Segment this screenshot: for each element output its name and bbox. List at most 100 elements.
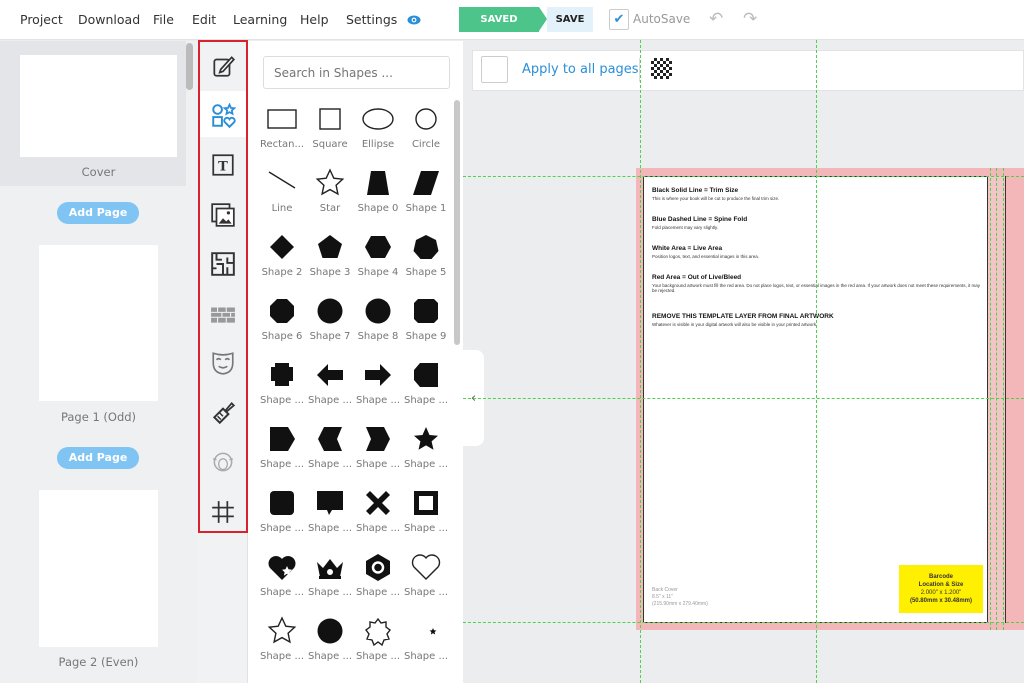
shape-label: Shape ... — [355, 523, 401, 534]
shape-frame-icon — [414, 491, 438, 515]
template-heading: Black Solid Line = Trim Size — [652, 187, 739, 194]
shape-item[interactable]: Shape 8 — [354, 296, 402, 360]
shape-item[interactable]: Line — [258, 168, 306, 232]
tool-text-icon[interactable]: T — [200, 142, 246, 188]
tool-shapes-icon[interactable] — [200, 93, 246, 139]
menu-file[interactable]: File — [153, 12, 174, 27]
autosave-checkbox[interactable]: ✔ — [609, 9, 629, 30]
shape-item[interactable]: Shape ... — [402, 424, 450, 488]
page-thumb-2[interactable] — [39, 490, 158, 647]
shape-label: Shape ... — [403, 587, 449, 598]
shapes-scrollbar[interactable] — [454, 100, 460, 345]
svg-text:T: T — [218, 159, 228, 174]
shape-label: Shape 5 — [405, 267, 447, 278]
redo-icon[interactable]: ↷ — [743, 9, 757, 29]
shape-item[interactable]: Rectan... — [258, 104, 306, 168]
shape-circle-icon — [415, 108, 437, 130]
shape-item[interactable]: Shape ... — [306, 616, 354, 680]
shape-item[interactable]: Circle — [402, 104, 450, 168]
guide-line — [990, 168, 991, 630]
bricks-icon — [211, 307, 235, 323]
menu-settings[interactable]: Settings — [346, 12, 397, 27]
shape-item[interactable]: Shape 4 — [354, 232, 402, 296]
shape-item[interactable]: Shape ... — [306, 552, 354, 616]
shape-item[interactable]: Shape ... — [402, 552, 450, 616]
shape-label: Shape ... — [355, 587, 401, 598]
tool-maze-icon[interactable] — [200, 241, 246, 287]
shape-label: Rectan... — [259, 139, 305, 150]
shape-line-icon — [268, 171, 296, 189]
menu-help[interactable]: Help — [300, 12, 329, 27]
shape-item[interactable]: Shape ... — [354, 616, 402, 680]
shape-item[interactable]: Shape ... — [402, 488, 450, 552]
shape-item[interactable]: Shape ... — [402, 360, 450, 424]
shape-item[interactable]: Star — [306, 168, 354, 232]
text-icon: T — [212, 154, 234, 176]
add-page-button[interactable]: Add Page — [57, 202, 139, 224]
transparency-icon[interactable] — [651, 58, 672, 79]
template-text: Whatever is visible in your digital artw… — [652, 322, 818, 327]
tool-brush-icon[interactable] — [200, 390, 246, 436]
shape-item[interactable]: Shape ... — [306, 424, 354, 488]
shape-item[interactable]: Shape 9 — [402, 296, 450, 360]
shape-square-icon — [319, 108, 341, 130]
save-button[interactable]: SAVE — [547, 7, 593, 32]
page-thumb-cover[interactable] — [20, 55, 177, 157]
tool-grid-icon[interactable] — [200, 489, 246, 535]
shape-item[interactable]: Shape ... — [258, 488, 306, 552]
shapes-search-input[interactable] — [263, 56, 450, 89]
shape-item[interactable]: Shape 2 — [258, 232, 306, 296]
tool-images-icon[interactable] — [200, 192, 246, 238]
shape-item[interactable]: Shape ... — [402, 616, 450, 680]
shape-item[interactable]: Shape ... — [354, 488, 402, 552]
shape-heart-o-icon — [411, 554, 441, 580]
background-color-swatch[interactable] — [481, 56, 508, 83]
page-thumb-1[interactable] — [39, 245, 158, 401]
shape-item[interactable]: Shape ... — [258, 616, 306, 680]
shape-label: Shape ... — [307, 459, 353, 470]
guide-line — [463, 176, 1024, 177]
menu-project[interactable]: Project — [20, 12, 63, 27]
add-page-button[interactable]: Add Page — [57, 447, 139, 469]
menu-download[interactable]: Download — [78, 12, 140, 27]
shape-label: Shape ... — [259, 651, 305, 662]
shape-item[interactable]: Shape 1 — [402, 168, 450, 232]
undo-icon[interactable]: ↶ — [709, 9, 723, 29]
shape-item[interactable]: Shape ... — [354, 552, 402, 616]
shape-item[interactable]: Shape ... — [306, 360, 354, 424]
edit-icon — [213, 56, 236, 77]
shape-item[interactable]: Shape ... — [354, 424, 402, 488]
shape-item[interactable]: Shape ... — [258, 552, 306, 616]
shape-item[interactable]: Shape 5 — [402, 232, 450, 296]
guide-line — [996, 168, 997, 630]
shape-burst-o-icon — [365, 617, 391, 646]
shape-item[interactable]: Shape 7 — [306, 296, 354, 360]
shape-item[interactable]: Shape 6 — [258, 296, 306, 360]
template-text: This is where your book will be cut to p… — [652, 196, 780, 201]
tool-bricks-icon[interactable] — [200, 291, 246, 337]
shape-item[interactable]: Shape ... — [258, 360, 306, 424]
menu-edit[interactable]: Edit — [192, 12, 216, 27]
shape-item[interactable]: Shape ... — [258, 424, 306, 488]
shape-item[interactable]: Shape 3 — [306, 232, 354, 296]
shape-item[interactable]: Square — [306, 104, 354, 168]
shape-item[interactable]: Shape 0 — [354, 168, 402, 232]
shape-item[interactable]: Shape ... — [306, 488, 354, 552]
shape-hex-icon — [365, 236, 391, 258]
eye-icon[interactable] — [407, 12, 421, 31]
shape-item[interactable]: Ellipse — [354, 104, 402, 168]
shape-label: Shape ... — [403, 651, 449, 662]
tool-edit-icon[interactable] — [200, 43, 246, 89]
template-text: Fold placement may vary slightly. — [652, 225, 719, 230]
guide-line — [463, 622, 1024, 623]
apply-to-all-pages-link[interactable]: Apply to all pages — [522, 62, 639, 77]
shape-star-o-icon — [315, 168, 345, 196]
shape-label: Shape 0 — [357, 203, 399, 214]
shape-label: Square — [312, 139, 348, 150]
shape-rsquare-icon — [270, 491, 294, 515]
tool-sheep-icon[interactable] — [200, 439, 246, 485]
pages-scrollbar[interactable] — [186, 43, 193, 90]
shape-item[interactable]: Shape ... — [354, 360, 402, 424]
menu-learning[interactable]: Learning — [233, 12, 287, 27]
tool-mask-icon[interactable] — [200, 340, 246, 386]
